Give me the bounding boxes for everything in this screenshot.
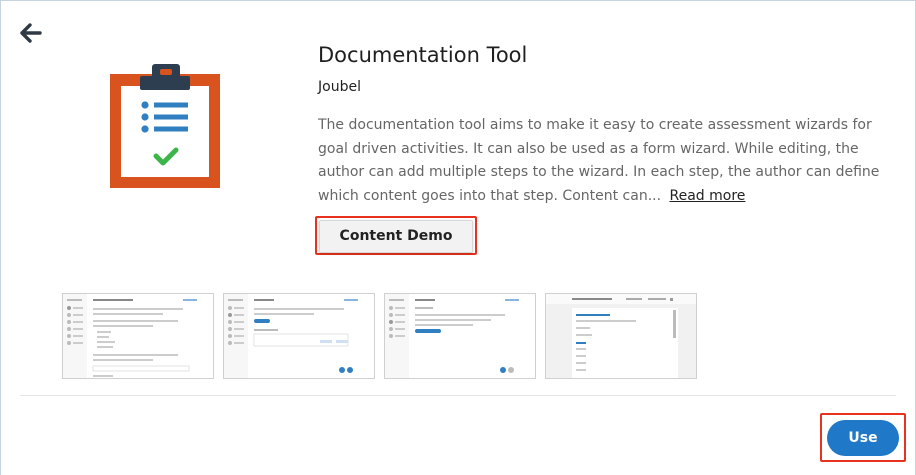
content-type-author: Joubel: [318, 79, 361, 95]
screenshot-thumbnail-1[interactable]: [62, 293, 214, 379]
screenshot-thumbnail-2[interactable]: [223, 293, 375, 379]
content-type-description: The documentation tool aims to make it e…: [318, 114, 898, 208]
clipboard-checklist-icon: [110, 64, 220, 188]
screenshot-thumbnail-4[interactable]: [545, 293, 697, 379]
content-type-title: Documentation Tool: [318, 43, 528, 67]
screenshot-thumbnail-3[interactable]: [384, 293, 536, 379]
use-button[interactable]: Use: [827, 420, 899, 456]
content-demo-button[interactable]: Content Demo: [319, 220, 473, 253]
description-text: The documentation tool aims to make it e…: [318, 117, 880, 204]
read-more-link[interactable]: Read more: [670, 188, 746, 204]
arrow-left-icon: [20, 23, 42, 43]
back-button[interactable]: [18, 20, 44, 46]
footer-divider: [20, 395, 896, 396]
